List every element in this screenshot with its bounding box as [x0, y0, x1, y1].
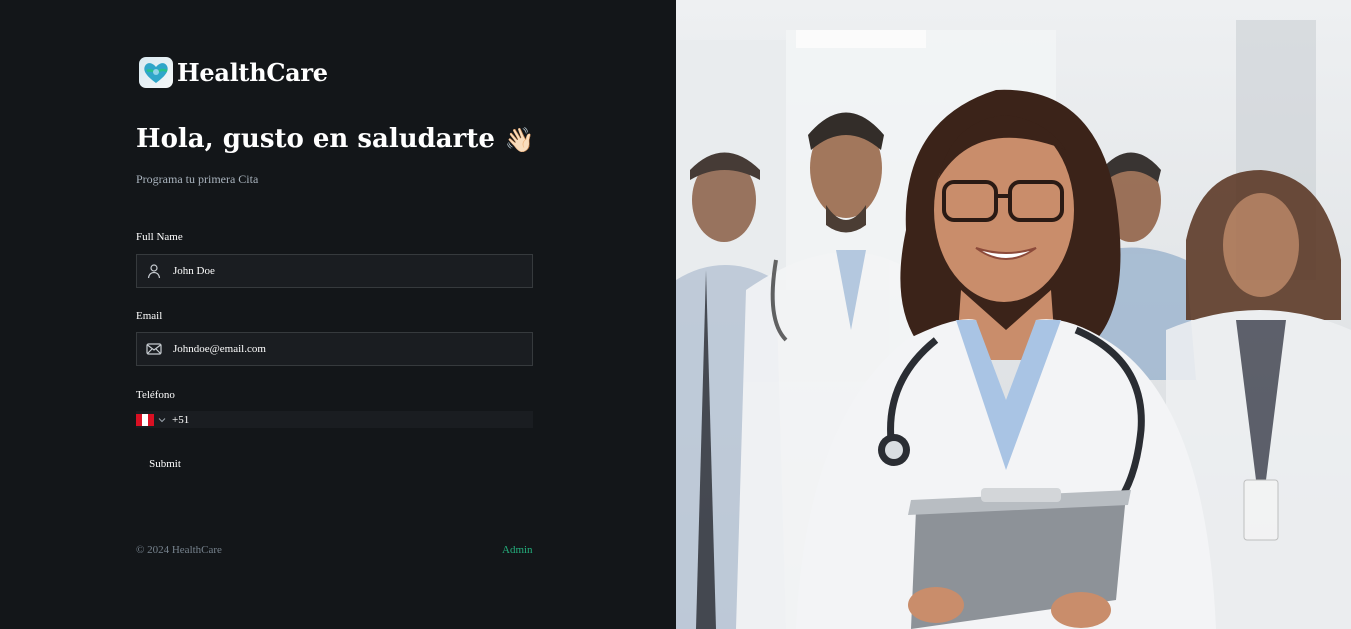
phone-country-code: +51 [172, 413, 190, 426]
doctors-illustration [676, 0, 1351, 629]
heart-logo-icon [139, 57, 173, 88]
onboarding-page: HealthCare Hola, gusto en saludarte 👋🏻 P… [0, 0, 1351, 629]
email-label: Email [136, 310, 163, 322]
submit-button[interactable]: Submit [136, 452, 194, 476]
email-value: Johndoe@email.com [173, 343, 266, 355]
copyright-text: © 2024 HealthCare [136, 544, 222, 556]
envelope-icon [146, 341, 162, 357]
peru-flag-icon[interactable] [136, 413, 154, 426]
greeting-text: Hola, gusto en saludarte [136, 124, 495, 154]
page-subtitle: Programa tu primera Cita [136, 172, 259, 186]
email-field[interactable]: Johndoe@email.com [136, 332, 533, 366]
brand-logo[interactable]: HealthCare [139, 57, 328, 88]
admin-link[interactable]: Admin [502, 544, 533, 556]
doctors-photo [676, 0, 1351, 629]
phone-field[interactable]: +51 [136, 411, 533, 428]
user-icon [146, 263, 162, 279]
phone-label: Teléfono [136, 389, 175, 401]
full-name-value: John Doe [173, 265, 215, 277]
full-name-label: Full Name [136, 231, 183, 243]
full-name-field[interactable]: John Doe [136, 254, 533, 288]
waving-hand-icon: 👋🏻 [504, 124, 535, 154]
form-panel: HealthCare Hola, gusto en saludarte 👋🏻 P… [0, 0, 676, 629]
page-title: Hola, gusto en saludarte 👋🏻 [136, 124, 535, 154]
chevron-down-icon[interactable] [158, 416, 166, 424]
brand-name: HealthCare [177, 58, 328, 87]
